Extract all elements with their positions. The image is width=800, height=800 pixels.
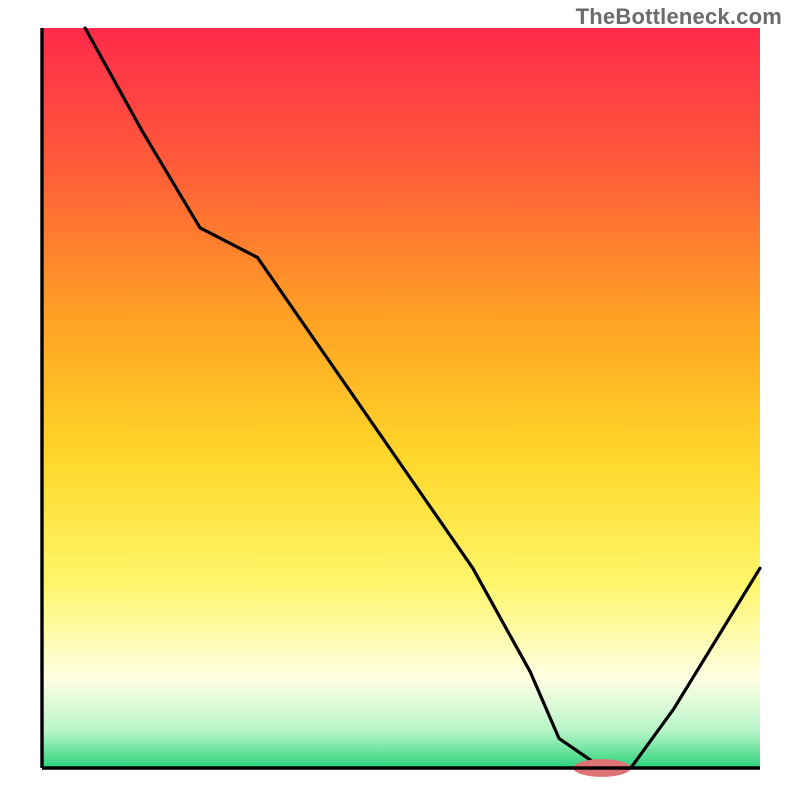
chart-canvas: TheBottleneck.com xyxy=(0,0,800,800)
chart-svg xyxy=(0,0,800,800)
plot-background xyxy=(42,28,760,768)
